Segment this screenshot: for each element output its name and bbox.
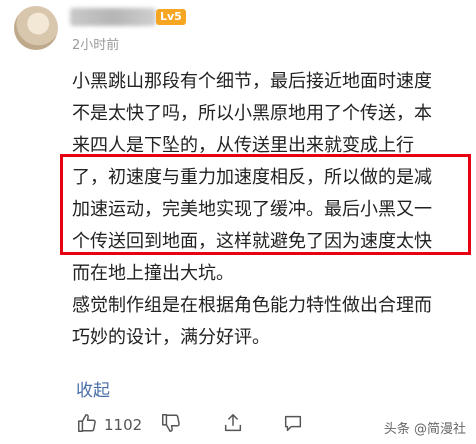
comment-line: 小黑跳山那段有个细节，最后接近地面时速度 bbox=[72, 71, 432, 92]
comment-line: 加速运动，完美地实现了缓冲。最后小黑又一 bbox=[72, 199, 432, 220]
username-redacted[interactable] bbox=[70, 8, 156, 26]
comment-time: 2小时前 bbox=[72, 38, 120, 53]
comment-line: 不是太快了吗，所以小黑原地用了个传送，本 bbox=[72, 103, 432, 124]
watermark: 头条 @简漫社 bbox=[383, 422, 466, 437]
comment-line: 来四人是下坠的，从传送里出来就变成上行 bbox=[72, 135, 414, 156]
action-bar: 1102 头条 @简漫社 bbox=[0, 410, 476, 444]
level-badge: Lv5 bbox=[156, 9, 186, 25]
avatar[interactable] bbox=[14, 6, 58, 50]
thumbs-up-icon bbox=[76, 412, 98, 438]
like-count: 1102 bbox=[104, 416, 143, 434]
reply-button[interactable] bbox=[282, 412, 304, 438]
comment-line: 巧妙的设计，满分好评。 bbox=[72, 327, 270, 348]
dislike-button[interactable] bbox=[160, 412, 182, 438]
thumbs-down-icon bbox=[160, 414, 182, 438]
share-icon bbox=[222, 414, 244, 438]
comment-icon bbox=[282, 415, 304, 438]
comment-line: 了，初速度与重力加速度相反，所以做的是减 bbox=[72, 167, 432, 188]
comment-line: 个传送回到地面，这样就避免了因为速度太快 bbox=[72, 231, 432, 252]
share-button[interactable] bbox=[222, 412, 244, 438]
comment-line: 感觉制作组是在根据角色能力特性做出合理而 bbox=[72, 295, 432, 316]
collapse-link[interactable]: 收起 bbox=[76, 376, 110, 401]
comment-line: 而在地上撞出大坑。 bbox=[72, 263, 234, 284]
like-button[interactable]: 1102 bbox=[76, 412, 142, 438]
comment-body: 小黑跳山那段有个细节，最后接近地面时速度 不是太快了吗，所以小黑原地用了个传送，… bbox=[72, 66, 470, 354]
